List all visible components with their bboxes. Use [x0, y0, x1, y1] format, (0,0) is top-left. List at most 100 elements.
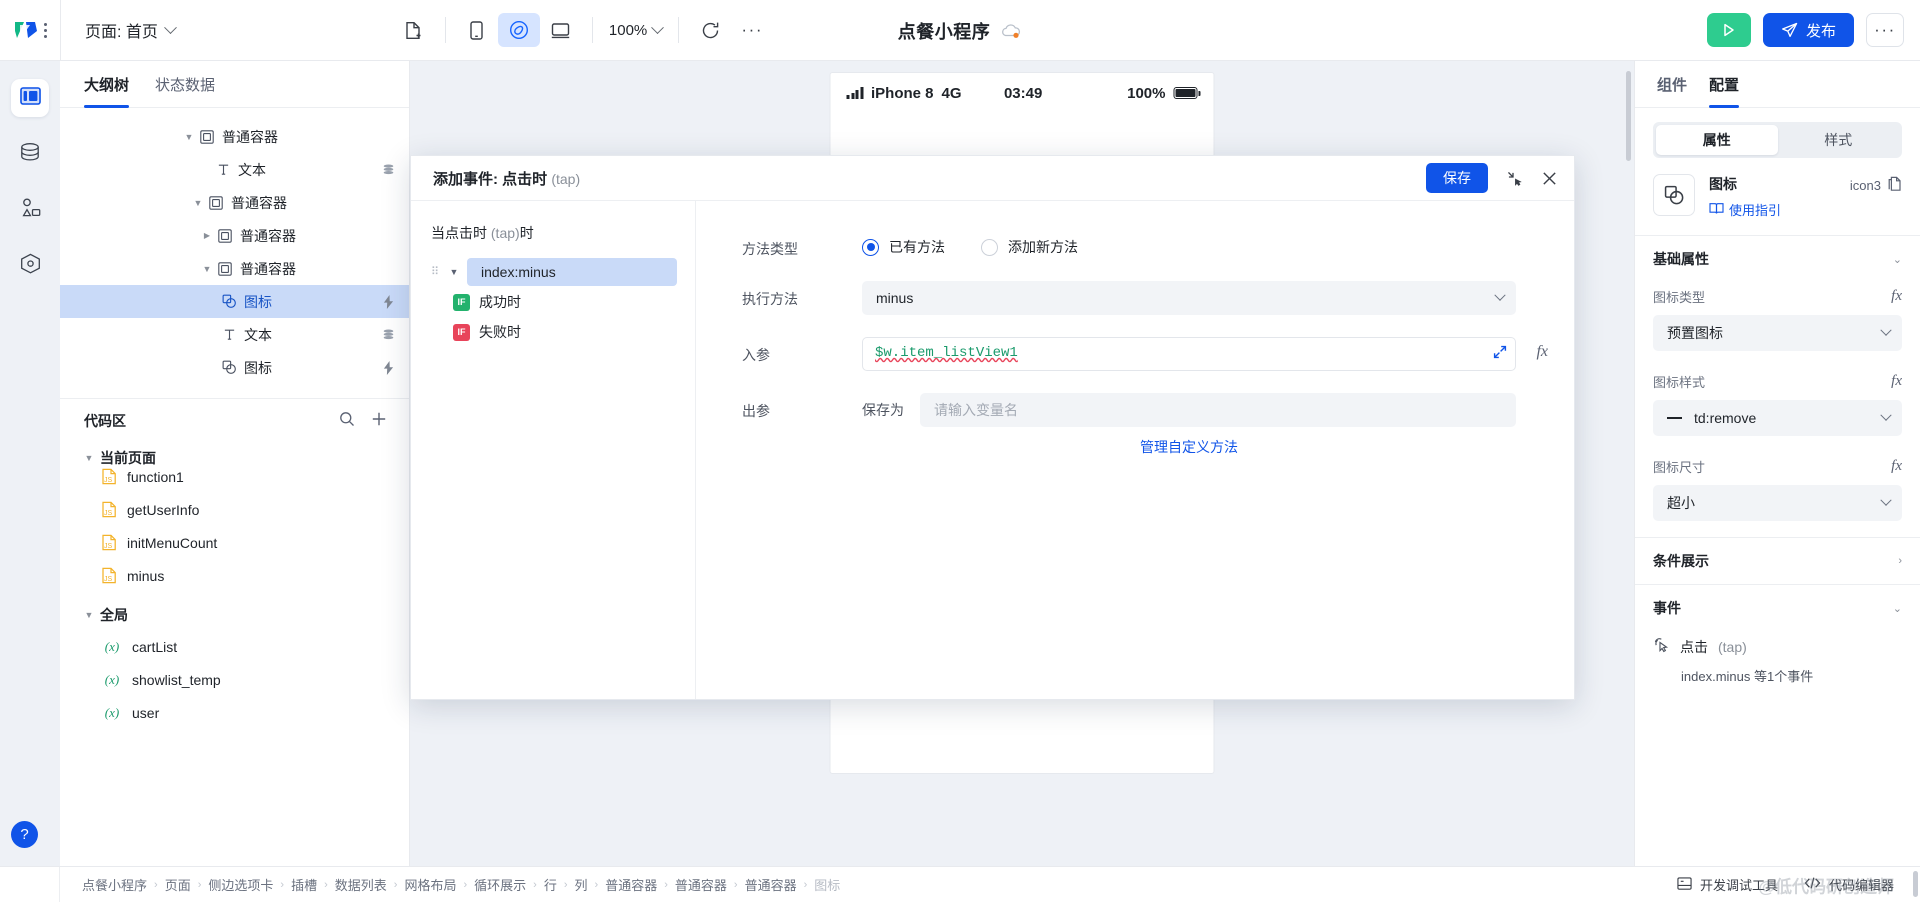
device-phone-button[interactable]: [456, 13, 498, 47]
app-logo[interactable]: [0, 0, 60, 61]
breadcrumb-item[interactable]: 侧边选项卡: [208, 875, 273, 894]
icon-size-select[interactable]: 超小: [1653, 485, 1902, 521]
chevron-down-icon[interactable]: ▼: [447, 267, 461, 277]
code-item[interactable]: (x) cartList: [60, 630, 409, 663]
device-miniprogram-button[interactable]: [497, 13, 540, 47]
rail-item-layout[interactable]: [11, 79, 49, 117]
debug-panel-icon: [1677, 876, 1692, 894]
dialog-title: 添加事件: 点击时 (tap): [433, 168, 580, 189]
bottom-scrollbar[interactable]: [1913, 871, 1918, 897]
tree-node-text[interactable]: 文本: [60, 318, 409, 351]
tab-label: 配置: [1709, 76, 1740, 94]
breadcrumb-item[interactable]: 页面: [165, 875, 191, 894]
svg-text:JS: JS: [104, 576, 113, 583]
topbar-more-button[interactable]: ···: [1866, 13, 1904, 47]
breadcrumb-item[interactable]: 行: [544, 875, 557, 894]
tree-node-container[interactable]: 普通容器: [60, 252, 409, 285]
breadcrumb-item[interactable]: 插槽: [291, 875, 317, 894]
breadcrumb-item[interactable]: 数据列表: [335, 875, 387, 894]
canvas-scrollbar[interactable]: [1626, 71, 1631, 161]
segment-properties[interactable]: 属性: [1656, 125, 1778, 155]
code-group-global[interactable]: 全局: [60, 600, 409, 630]
rail-item-plugin[interactable]: [11, 247, 49, 285]
zoom-selector[interactable]: 100%: [603, 20, 668, 39]
code-item[interactable]: JS initMenuCount: [60, 526, 409, 559]
flow-branch-success[interactable]: IF 成功时: [431, 287, 677, 317]
tree-node-icon-selected[interactable]: 图标: [60, 285, 409, 318]
segment-styles[interactable]: 样式: [1778, 125, 1900, 155]
expand-editor-icon[interactable]: [1493, 345, 1507, 364]
code-editor-button[interactable]: 代码编辑器: [1804, 875, 1894, 894]
flow-step-row[interactable]: ⠿ ▼ index:minus: [431, 257, 677, 287]
formula-fx-button[interactable]: fx: [1891, 288, 1902, 305]
breadcrumb-item[interactable]: 点餐小程序: [82, 875, 147, 894]
formula-fx-button[interactable]: fx: [1891, 373, 1902, 390]
tree-node-container[interactable]: 普通容器: [60, 120, 409, 153]
breadcrumb-item[interactable]: 列: [575, 875, 588, 894]
save-button[interactable]: 保存: [1426, 163, 1488, 193]
breadcrumb-item-current[interactable]: 图标: [814, 875, 840, 894]
run-preview-button[interactable]: [1706, 13, 1751, 47]
tree-node-icon[interactable]: 图标: [60, 351, 409, 384]
section-events[interactable]: 事件 ⌄: [1635, 585, 1920, 631]
chevron-down-icon[interactable]: [182, 132, 196, 142]
tree-node-container[interactable]: 普通容器: [60, 186, 409, 219]
radio-new-method[interactable]: 添加新方法: [981, 237, 1078, 257]
chevron-down-icon[interactable]: [82, 610, 96, 620]
breadcrumb-item[interactable]: 循环展示: [474, 875, 526, 894]
code-item[interactable]: JS getUserInfo: [60, 493, 409, 526]
breadcrumb-item[interactable]: 普通容器: [605, 875, 657, 894]
event-detail-label[interactable]: index.minus 等1个事件: [1653, 666, 1902, 685]
tree-node-container[interactable]: 普通容器: [60, 219, 409, 252]
usage-guide-link[interactable]: 使用指引: [1709, 200, 1836, 219]
rail-item-components[interactable]: [11, 191, 49, 229]
publish-button[interactable]: 发布: [1762, 13, 1854, 47]
tab-state-data[interactable]: 状态数据: [155, 61, 215, 108]
event-name-row[interactable]: 点击 (tap): [1653, 637, 1902, 657]
tab-outline-tree[interactable]: 大纲树: [84, 61, 130, 108]
plus-icon[interactable]: [371, 411, 387, 432]
exec-method-select[interactable]: minus: [862, 281, 1516, 315]
rail-item-database[interactable]: [11, 135, 49, 173]
collapse-diagonal-icon[interactable]: [1506, 170, 1523, 187]
code-item[interactable]: JS minus: [60, 559, 409, 592]
tab-configuration[interactable]: 配置: [1709, 61, 1740, 108]
breadcrumb-item[interactable]: 网格布局: [404, 875, 456, 894]
container-icon: [196, 129, 218, 144]
cloud-status-icon[interactable]: [1000, 22, 1022, 40]
formula-fx-button[interactable]: fx: [1891, 458, 1902, 475]
breadcrumb-item[interactable]: 普通容器: [675, 875, 727, 894]
refresh-button[interactable]: [689, 13, 731, 47]
breadcrumb-item[interactable]: 普通容器: [745, 875, 797, 894]
section-basic-props[interactable]: 基础属性 ⌄: [1635, 236, 1920, 282]
drag-handle-icon[interactable]: ⠿: [431, 266, 441, 277]
code-item[interactable]: (x) user: [60, 696, 409, 729]
flow-branch-failure[interactable]: IF 失败时: [431, 317, 677, 347]
code-item[interactable]: (x) showlist_temp: [60, 663, 409, 696]
chevron-right-icon[interactable]: [200, 231, 214, 240]
flow-step-chip[interactable]: index:minus: [467, 258, 677, 286]
icon-style-select[interactable]: td:remove: [1653, 400, 1902, 436]
device-desktop-button[interactable]: [540, 13, 582, 47]
icon-type-select[interactable]: 预置图标: [1653, 315, 1902, 351]
section-conditional-display[interactable]: 条件展示 ›: [1635, 538, 1920, 584]
vertical-dots-icon[interactable]: [44, 22, 47, 38]
formula-fx-button[interactable]: fx: [1536, 343, 1548, 361]
radio-existing-method[interactable]: 已有方法: [862, 237, 945, 257]
tab-components[interactable]: 组件: [1657, 61, 1687, 108]
chevron-down-icon[interactable]: [191, 198, 205, 208]
save-as-input[interactable]: 请输入变量名: [920, 393, 1516, 427]
search-icon[interactable]: [339, 411, 355, 432]
page-selector[interactable]: 页面: 首页: [61, 0, 193, 61]
chevron-down-icon[interactable]: [200, 264, 214, 274]
new-page-button[interactable]: [393, 13, 435, 47]
more-options-button[interactable]: ···: [731, 13, 773, 47]
close-icon[interactable]: [1541, 170, 1558, 187]
chevron-down-icon[interactable]: [82, 453, 96, 463]
tree-node-text[interactable]: 文本: [60, 153, 409, 186]
manage-custom-methods-link[interactable]: 管理自定义方法: [862, 437, 1516, 457]
copy-icon[interactable]: [1887, 176, 1902, 195]
params-in-input[interactable]: $w.item_listView1: [862, 337, 1516, 371]
help-button[interactable]: ?: [11, 821, 38, 848]
debug-tools-button[interactable]: 开发调试工具: [1677, 875, 1778, 894]
